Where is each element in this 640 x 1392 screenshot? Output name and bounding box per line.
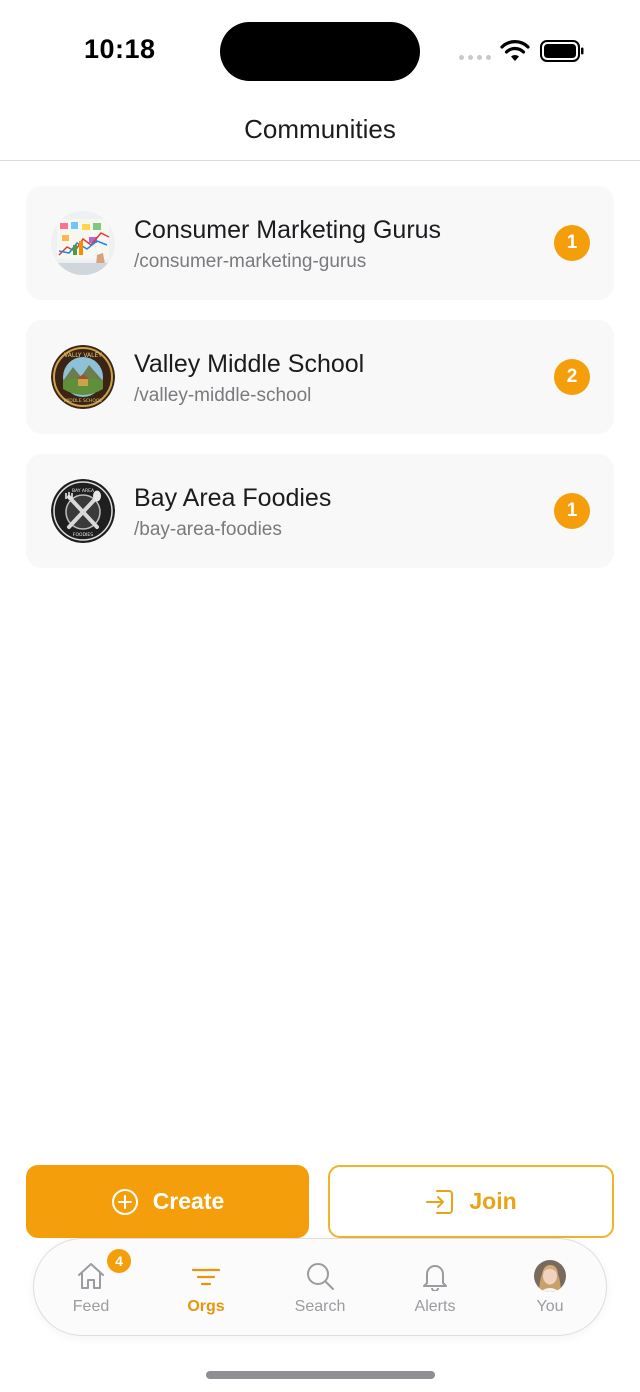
tab-search[interactable]: Search bbox=[270, 1239, 370, 1335]
svg-text:FOODIES: FOODIES bbox=[73, 532, 93, 538]
tab-bar: 4 Feed Orgs Search Alerts You bbox=[33, 1238, 607, 1336]
community-slug: /consumer-marketing-gurus bbox=[134, 251, 367, 272]
community-card-consumer-marketing-gurus[interactable]: Consumer Marketing Gurus /consumer-marke… bbox=[26, 186, 614, 300]
tab-you[interactable]: You bbox=[500, 1239, 600, 1335]
community-name: Consumer Marketing Gurus bbox=[134, 216, 442, 244]
create-community-button[interactable]: Create bbox=[26, 1165, 309, 1238]
feed-count-badge: 4 bbox=[107, 1249, 131, 1273]
sign-in-icon bbox=[426, 1189, 454, 1214]
unread-count-badge: 2 bbox=[554, 359, 590, 395]
tab-label: Alerts bbox=[414, 1298, 456, 1315]
join-community-button[interactable]: Join bbox=[328, 1165, 614, 1238]
cellular-signal-icon bbox=[459, 55, 491, 60]
community-card-bay-area-foodies[interactable]: BAY AREA FOODIES Bay Area Foodies /bay-a… bbox=[26, 454, 614, 568]
fork-spoon-avatar: BAY AREA FOODIES bbox=[51, 479, 115, 543]
plus-circle-icon bbox=[111, 1188, 138, 1215]
home-icon bbox=[78, 1263, 104, 1289]
home-indicator[interactable] bbox=[206, 1371, 435, 1379]
marketing-board-avatar bbox=[51, 211, 115, 275]
unread-count-badge: 1 bbox=[554, 225, 590, 261]
community-slug: /bay-area-foodies bbox=[134, 519, 282, 540]
tab-alerts[interactable]: Alerts bbox=[385, 1239, 485, 1335]
community-slug: /valley-middle-school bbox=[134, 385, 312, 406]
tab-feed[interactable]: 4 Feed bbox=[41, 1239, 141, 1335]
join-button-label: Join bbox=[469, 1188, 517, 1214]
school-crest-avatar: VALLY VALEY MIDDLE SCHOOL bbox=[51, 345, 115, 409]
status-time: 10:18 bbox=[84, 34, 156, 64]
tab-label: Feed bbox=[72, 1298, 110, 1315]
svg-text:BAY AREA: BAY AREA bbox=[72, 488, 95, 494]
tab-label: Orgs bbox=[187, 1298, 225, 1315]
search-icon bbox=[307, 1263, 334, 1290]
wifi-icon bbox=[500, 40, 530, 61]
dynamic-island bbox=[220, 22, 420, 81]
user-avatar bbox=[534, 1260, 566, 1292]
svg-text:VALLY VALEY: VALLY VALEY bbox=[64, 352, 102, 359]
tab-label: Search bbox=[294, 1298, 346, 1315]
filter-lines-icon bbox=[191, 1268, 221, 1286]
battery-icon bbox=[540, 40, 584, 62]
community-name: Bay Area Foodies bbox=[134, 484, 332, 512]
tab-orgs[interactable]: Orgs bbox=[156, 1239, 256, 1335]
community-name: Valley Middle School bbox=[134, 350, 365, 378]
header: Communities bbox=[0, 100, 640, 161]
bell-icon bbox=[423, 1265, 447, 1291]
page-title: Communities bbox=[244, 114, 396, 144]
community-card-valley-middle-school[interactable]: VALLY VALEY MIDDLE SCHOOL Valley Middle … bbox=[26, 320, 614, 434]
create-button-label: Create bbox=[152, 1188, 225, 1214]
svg-text:MIDDLE SCHOOL: MIDDLE SCHOOL bbox=[64, 398, 102, 404]
community-list: Consumer Marketing Gurus /consumer-marke… bbox=[26, 186, 614, 588]
unread-count-badge: 1 bbox=[554, 493, 590, 529]
tab-label: You bbox=[536, 1298, 564, 1315]
status-bar: 10:18 bbox=[0, 0, 640, 100]
